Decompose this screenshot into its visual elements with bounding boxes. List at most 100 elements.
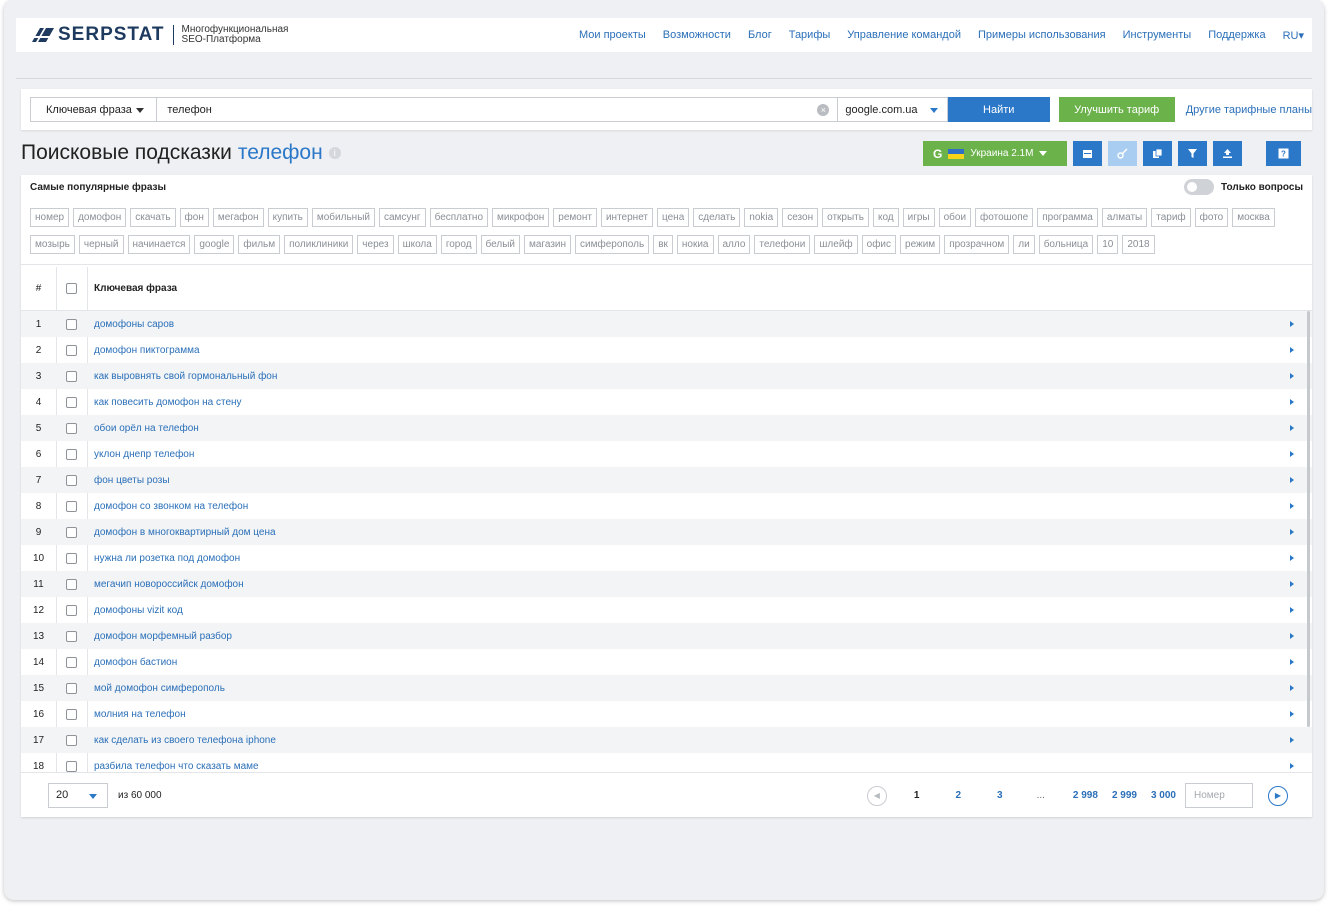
row-checkbox[interactable] [66, 708, 77, 720]
row-keyword-link[interactable]: мой домофон симферополь [87, 683, 1312, 694]
expand-arrow-icon[interactable] [1290, 425, 1294, 431]
search-type-select[interactable]: Ключевая фраза [30, 97, 158, 122]
table-row[interactable]: 5 обои орёл на телефон [21, 415, 1312, 441]
info-icon[interactable]: i [328, 147, 341, 159]
row-checkbox[interactable] [66, 344, 77, 356]
phrase-tag[interactable]: 10 [1097, 234, 1119, 254]
phrase-tag[interactable]: сделать [693, 208, 741, 227]
table-row[interactable]: 6 уклон днепр телефон [21, 441, 1312, 467]
phrase-tag[interactable]: прозрачном [944, 234, 1010, 254]
page-link[interactable]: 2 [955, 790, 961, 801]
calendar-button[interactable] [1073, 141, 1102, 166]
row-keyword-link[interactable]: обои орёл на телефон [87, 423, 1312, 434]
row-keyword-link[interactable]: домофоны саров [87, 319, 1312, 330]
phrase-tag[interactable]: шлейф [814, 234, 858, 254]
page-link[interactable]: 1 [914, 790, 920, 801]
phrase-tag[interactable]: цена [657, 208, 690, 227]
phrase-tag[interactable]: мозырь [30, 234, 75, 254]
row-keyword-link[interactable]: домофон бастион [87, 657, 1312, 668]
table-row[interactable]: 10 нужна ли розетка под домофон [21, 545, 1312, 571]
row-checkbox[interactable] [66, 734, 77, 746]
table-scrollbar[interactable] [1307, 311, 1310, 727]
phrase-tag[interactable]: ли [1013, 234, 1035, 254]
row-checkbox[interactable] [66, 448, 77, 460]
phrase-tag[interactable]: через [357, 234, 394, 254]
row-checkbox[interactable] [66, 370, 77, 382]
table-row[interactable]: 16 молния на телефон [21, 701, 1312, 727]
prev-page-button[interactable]: ◀ [866, 785, 887, 806]
table-row[interactable]: 2 домофон пиктограмма [21, 337, 1312, 363]
row-checkbox[interactable] [66, 630, 77, 642]
row-checkbox[interactable] [66, 526, 77, 538]
page-link[interactable]: 3 000 [1151, 790, 1176, 801]
table-row[interactable]: 3 как выровнять свой гормональный фон [21, 363, 1312, 389]
nav-use-cases[interactable]: Примеры использования [978, 29, 1106, 42]
row-checkbox[interactable] [66, 500, 77, 512]
expand-arrow-icon[interactable] [1290, 477, 1294, 483]
row-keyword-link[interactable]: разбила телефон что сказать маме [87, 761, 1312, 772]
expand-arrow-icon[interactable] [1290, 399, 1294, 405]
row-checkbox[interactable] [66, 552, 77, 564]
phrase-tag[interactable]: интернет [600, 208, 653, 227]
phrase-tag[interactable]: фильм [238, 234, 281, 254]
phrase-tag[interactable]: google [194, 234, 235, 254]
phrase-tag[interactable]: купить [267, 208, 308, 227]
table-row[interactable]: 12 домофоны vizit код [21, 597, 1312, 623]
column-header-keyword[interactable]: Ключевая фраза [87, 283, 1312, 294]
expand-arrow-icon[interactable] [1290, 711, 1294, 717]
row-checkbox[interactable] [66, 422, 77, 434]
find-button[interactable]: Найти [947, 97, 1050, 122]
nav-pricing[interactable]: Тарифы [789, 29, 831, 42]
phrase-tag[interactable]: тариф [1151, 208, 1191, 227]
nav-my-projects[interactable]: Мои проекты [579, 29, 646, 42]
nav-tools[interactable]: Инструменты [1123, 29, 1192, 42]
expand-arrow-icon[interactable] [1290, 373, 1294, 379]
language-selector[interactable]: RU▾ [1283, 29, 1304, 42]
nav-blog[interactable]: Блог [748, 29, 772, 42]
page-link[interactable]: 3 [997, 790, 1003, 801]
phrase-tag[interactable]: бесплатно [429, 208, 489, 227]
row-keyword-link[interactable]: фон цветы розы [87, 475, 1312, 486]
phrase-tag[interactable]: код [872, 208, 899, 227]
phrase-tag[interactable]: фотошопе [975, 208, 1034, 227]
table-row[interactable]: 11 мегачип новороссийск домофон [21, 571, 1312, 597]
phrase-tag[interactable]: поликлиники [284, 234, 354, 254]
help-button[interactable]: ? [1266, 141, 1301, 166]
clear-icon[interactable]: × [817, 104, 830, 116]
table-row[interactable]: 15 мой домофон симферополь [21, 675, 1312, 701]
table-row[interactable]: 8 домофон со звонком на телефон [21, 493, 1312, 519]
expand-arrow-icon[interactable] [1290, 763, 1294, 769]
expand-arrow-icon[interactable] [1290, 633, 1294, 639]
only-questions-toggle[interactable] [1184, 179, 1214, 195]
phrase-tag[interactable]: сезон [782, 208, 819, 227]
phrase-tag[interactable]: самсунг [378, 208, 426, 227]
row-keyword-link[interactable]: молния на телефон [87, 709, 1312, 720]
table-row[interactable]: 4 как повесить домофон на стену [21, 389, 1312, 415]
phrase-tag[interactable]: офис [861, 234, 897, 254]
phrase-tag[interactable]: вк [653, 234, 673, 254]
row-keyword-link[interactable]: как сделать из своего телефона iphone [87, 735, 1312, 746]
row-checkbox[interactable] [66, 682, 77, 694]
row-checkbox[interactable] [66, 396, 77, 408]
phrase-tag[interactable]: открыть [822, 208, 869, 227]
expand-arrow-icon[interactable] [1290, 347, 1294, 353]
expand-arrow-icon[interactable] [1290, 503, 1294, 509]
row-checkbox[interactable] [66, 578, 77, 590]
phrase-tag[interactable]: домофон [73, 208, 127, 227]
nav-features[interactable]: Возможности [663, 29, 731, 42]
table-row[interactable]: 17 как сделать из своего телефона iphone [21, 727, 1312, 753]
phrase-tag[interactable]: обои [938, 208, 972, 227]
phrase-tag[interactable]: алматы [1101, 208, 1148, 227]
phrase-tag[interactable]: фон [179, 208, 209, 227]
page-number-input[interactable]: Номер [1185, 783, 1253, 808]
row-keyword-link[interactable]: домофон пиктограмма [87, 345, 1312, 356]
nav-support[interactable]: Поддержка [1208, 29, 1265, 42]
phrase-tag[interactable]: алло [717, 234, 751, 254]
row-keyword-link[interactable]: мегачип новороссийск домофон [87, 579, 1312, 590]
phrase-tag[interactable]: программа [1037, 208, 1098, 227]
table-row[interactable]: 18 разбила телефон что сказать маме [21, 753, 1312, 772]
row-keyword-link[interactable]: домофон со звонком на телефон [87, 501, 1312, 512]
phrase-tag[interactable]: номер [30, 208, 70, 227]
table-row[interactable]: 14 домофон бастион [21, 649, 1312, 675]
phrase-tag[interactable]: белый [480, 234, 520, 254]
